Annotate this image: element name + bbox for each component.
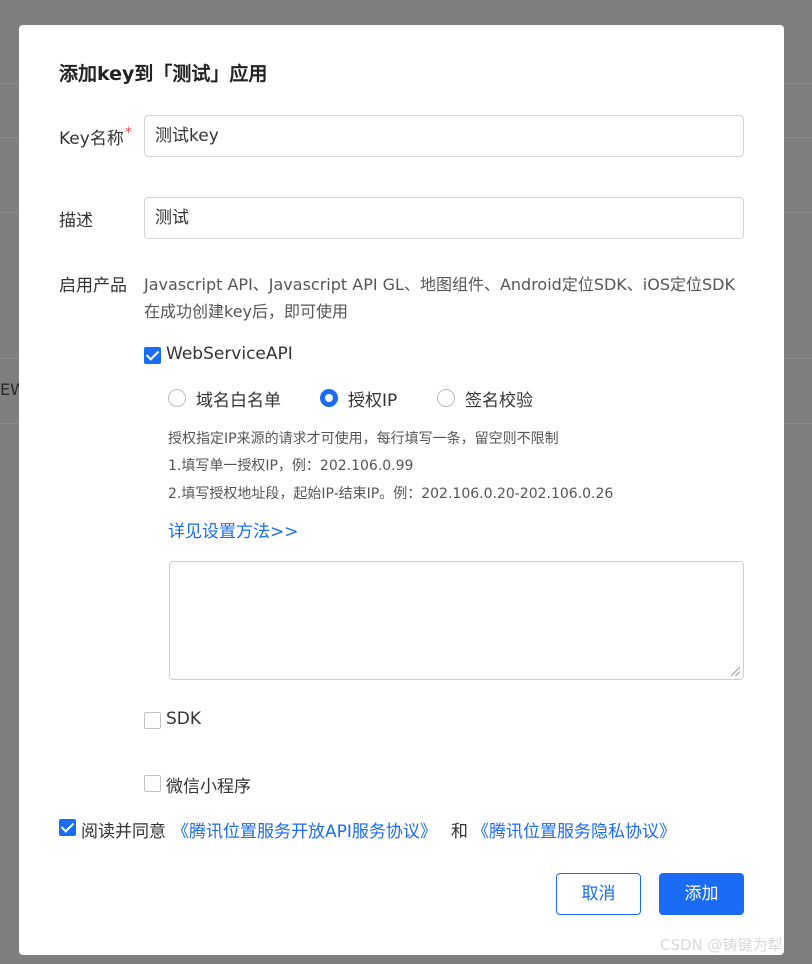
hint-line: 2.填写授权地址段，起始IP-结束IP。例：202.106.0.20-202.1… (168, 486, 614, 502)
sdk-label[interactable]: SDK (166, 709, 201, 729)
api-agreement-link[interactable]: 《腾讯位置服务开放API服务协议》 (172, 817, 437, 842)
webservice-label[interactable]: WebServiceAPI (166, 344, 293, 364)
settings-method-link[interactable]: 详见设置方法>> (168, 517, 299, 542)
agreement-checkbox[interactable] (59, 819, 76, 836)
webservice-checkbox[interactable] (144, 347, 161, 364)
privacy-agreement-link[interactable]: 《腾讯位置服务隐私协议》 (472, 817, 676, 842)
agreement-prefix: 阅读并同意 (81, 822, 166, 842)
key-name-input[interactable]: 测试key (144, 115, 744, 157)
csdn-watermark: CSDN @铸键为犁 (660, 936, 783, 954)
hint-line: 1.填写单一授权IP，例：202.106.0.99 (168, 458, 414, 474)
products-label: 启用产品 (59, 276, 127, 296)
key-name-label: Key名称* (59, 124, 132, 149)
agreement-connector: 和 (451, 822, 468, 842)
description-input[interactable]: 测试 (144, 197, 744, 239)
radio-signature-check-label[interactable]: 签名校验 (465, 386, 533, 411)
description-label: 描述 (59, 211, 93, 231)
description-value: 测试 (155, 208, 189, 228)
miniprogram-checkbox[interactable] (144, 775, 161, 792)
add-button[interactable]: 添加 (659, 873, 744, 915)
radio-domain-whitelist-label[interactable]: 域名白名单 (196, 386, 281, 411)
radio-domain-whitelist[interactable] (168, 389, 186, 407)
ip-whitelist-textarea[interactable] (169, 561, 744, 680)
key-name-value: 测试key (155, 126, 219, 146)
sdk-checkbox[interactable] (144, 712, 161, 729)
key-name-label-text: Key名称 (59, 129, 124, 149)
resize-handle-icon[interactable] (731, 667, 740, 676)
cancel-button[interactable]: 取消 (556, 873, 641, 915)
dialog-title: 添加key到「测试」应用 (59, 63, 268, 85)
hint-line: 授权指定IP来源的请求才可使用，每行填写一条，留空则不限制 (168, 431, 559, 447)
required-mark: * (124, 125, 132, 141)
miniprogram-label[interactable]: 微信小程序 (166, 772, 251, 797)
radio-authorized-ip-label[interactable]: 授权IP (348, 386, 397, 411)
products-info-text: Javascript API、Javascript API GL、地图组件、An… (144, 275, 735, 321)
radio-authorized-ip[interactable] (320, 389, 338, 407)
add-key-dialog: 添加key到「测试」应用 Key名称* 测试key 描述 测试 启用产品 Jav… (19, 25, 784, 955)
radio-signature-check[interactable] (437, 389, 455, 407)
